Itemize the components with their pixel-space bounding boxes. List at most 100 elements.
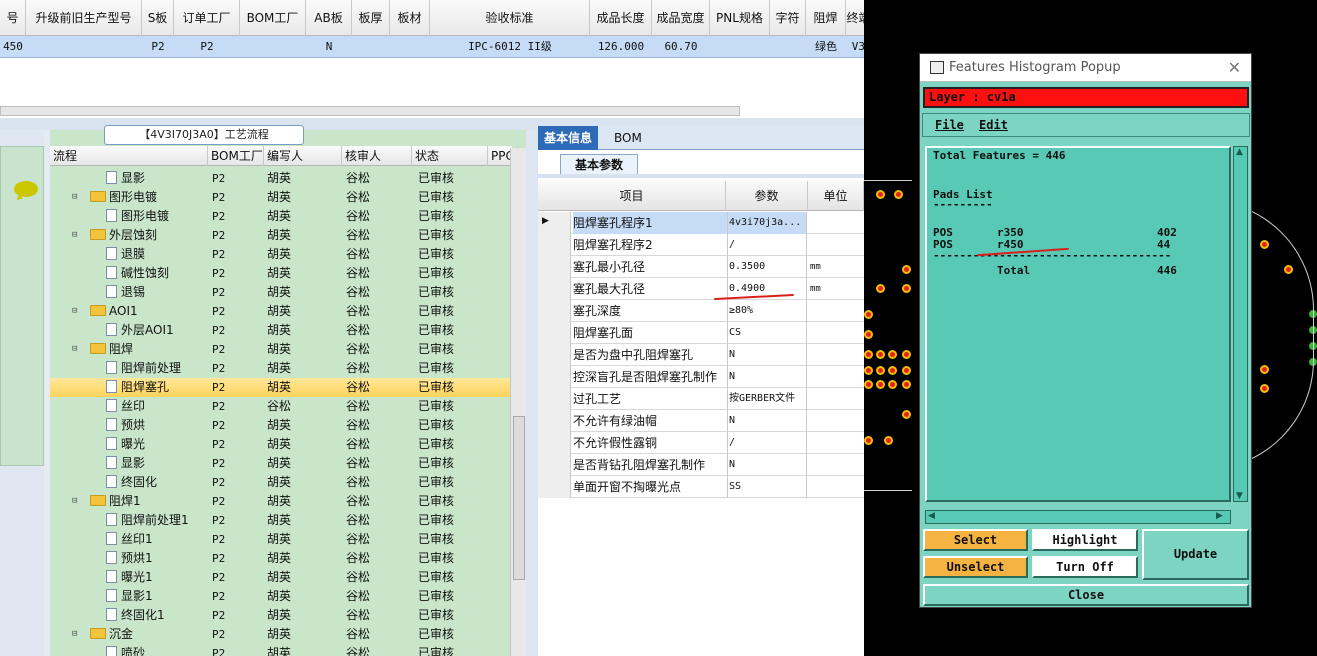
horizontal-scrollbar[interactable] <box>0 106 740 116</box>
order-cell[interactable]: 126.000 <box>590 36 652 58</box>
tab-bom[interactable]: BOM <box>608 126 648 150</box>
row-indicator[interactable] <box>538 410 571 432</box>
popup-horizontal-scrollbar[interactable]: ◀ ▶ <box>925 510 1231 524</box>
tree-row[interactable]: ⊟ 沉金 P2 胡英 谷松 已审核 <box>50 625 512 644</box>
tree-row[interactable]: 图形电镀 P2 胡英 谷松 已审核 <box>50 207 512 226</box>
params-col-header[interactable]: 单位 <box>808 181 864 211</box>
order-cell[interactable]: N <box>306 36 352 58</box>
popup-vertical-scrollbar[interactable]: ▲ ▼ <box>1233 146 1248 502</box>
tree-row[interactable]: ⊟ 外层蚀刻 P2 胡英 谷松 已审核 <box>50 226 512 245</box>
params-row[interactable]: 塞孔最小孔径 0.3500 mm <box>538 256 864 278</box>
tree-scroll-thumb[interactable] <box>513 416 525 580</box>
menu-file[interactable]: File <box>935 114 964 136</box>
tree-row[interactable]: 预烘 P2 胡英 谷松 已审核 <box>50 416 512 435</box>
tree-col-header[interactable]: 核审人 <box>342 146 412 166</box>
param-value[interactable]: N <box>727 344 807 366</box>
splitter-right[interactable] <box>526 130 538 656</box>
order-col-header[interactable]: 板厚 <box>352 0 390 36</box>
collapse-icon[interactable]: ⊟ <box>72 188 77 207</box>
params-row[interactable]: 是否背钻孔阻焊塞孔制作 N <box>538 454 864 476</box>
tree-row[interactable]: ⊟ AOI1 P2 胡英 谷松 已审核 <box>50 302 512 321</box>
param-value[interactable]: 按GERBER文件 <box>727 388 807 410</box>
order-col-header[interactable]: 终端客 <box>846 0 864 36</box>
scroll-up-icon[interactable]: ▲ <box>1236 147 1243 157</box>
order-cell[interactable]: P2 <box>142 36 174 58</box>
order-col-header[interactable]: PNL规格 <box>710 0 770 36</box>
menu-edit[interactable]: Edit <box>979 114 1008 136</box>
order-cell[interactable] <box>352 36 390 58</box>
param-value[interactable]: / <box>727 234 807 256</box>
tree-row[interactable]: 显影 P2 胡英 谷松 已审核 <box>50 454 512 473</box>
row-indicator[interactable] <box>538 454 571 476</box>
tree-row[interactable]: 丝印1 P2 胡英 谷松 已审核 <box>50 530 512 549</box>
scroll-right-icon[interactable]: ▶ <box>1216 511 1223 521</box>
order-col-header[interactable]: 字符 <box>770 0 806 36</box>
order-col-header[interactable]: 升级前旧生产型号 <box>26 0 142 36</box>
order-grid-row[interactable]: 450 P2P2 N IPC-6012 II级126.00060.70 绿色V3I7 <box>0 36 864 58</box>
order-col-header[interactable]: 阻焊 <box>806 0 846 36</box>
param-value[interactable]: N <box>727 410 807 432</box>
row-indicator[interactable] <box>538 322 571 344</box>
tree-row[interactable]: ⊟ 图形电镀 P2 胡英 谷松 已审核 <box>50 188 512 207</box>
chat-bubble-icon[interactable] <box>14 181 38 197</box>
collapse-icon[interactable]: ⊟ <box>72 302 77 321</box>
turn-off-button[interactable]: Turn Off <box>1032 556 1138 578</box>
collapse-icon[interactable]: ⊟ <box>72 625 77 644</box>
highlight-button[interactable]: Highlight <box>1032 529 1138 551</box>
tab-basic-info[interactable]: 基本信息 <box>538 126 599 150</box>
collapse-icon[interactable]: ⊟ <box>72 226 77 245</box>
tree-vertical-scrollbar[interactable] <box>510 148 526 656</box>
param-value[interactable]: 0.3500 <box>727 256 807 278</box>
tree-row[interactable]: 阻焊前处理 P2 胡英 谷松 已审核 <box>50 359 512 378</box>
param-value[interactable]: CS <box>727 322 807 344</box>
row-indicator[interactable] <box>538 256 571 278</box>
order-col-header[interactable]: 板材 <box>390 0 430 36</box>
order-cell[interactable]: V3I7 <box>846 36 864 58</box>
tree-row[interactable]: 终固化 P2 胡英 谷松 已审核 <box>50 473 512 492</box>
close-icon[interactable]: ✕ <box>1228 54 1241 82</box>
order-cell[interactable]: 60.70 <box>652 36 710 58</box>
order-cell[interactable] <box>770 36 806 58</box>
tree-row[interactable]: ⊟ 阻焊1 P2 胡英 谷松 已审核 <box>50 492 512 511</box>
tree-row[interactable]: 显影1 P2 胡英 谷松 已审核 <box>50 587 512 606</box>
order-cell[interactable] <box>240 36 306 58</box>
update-button[interactable]: Update <box>1142 529 1249 580</box>
params-row[interactable]: 阻焊塞孔程序2 / <box>538 234 864 256</box>
order-cell[interactable]: 450 <box>0 36 26 58</box>
param-value[interactable]: SS <box>727 476 807 498</box>
row-indicator[interactable] <box>538 344 571 366</box>
params-row[interactable]: 塞孔最大孔径 0.4900 mm <box>538 278 864 300</box>
collapse-icon[interactable]: ⊟ <box>72 492 77 511</box>
row-indicator[interactable] <box>538 300 571 322</box>
row-indicator[interactable] <box>538 476 571 498</box>
tree-col-header[interactable]: 流程 <box>50 146 208 166</box>
order-col-header[interactable]: 成品长度 <box>590 0 652 36</box>
order-col-header[interactable]: BOM工厂 <box>240 0 306 36</box>
tree-row[interactable]: 碱性蚀刻 P2 胡英 谷松 已审核 <box>50 264 512 283</box>
params-col-header[interactable]: 参数 <box>726 181 808 211</box>
tree-row[interactable]: 终固化1 P2 胡英 谷松 已审核 <box>50 606 512 625</box>
tree-row[interactable]: 阻焊前处理1 P2 胡英 谷松 已审核 <box>50 511 512 530</box>
unselect-button[interactable]: Unselect <box>923 556 1028 578</box>
params-row[interactable]: 过孔工艺 按GERBER文件 <box>538 388 864 410</box>
param-value[interactable]: N <box>727 454 807 476</box>
tree-row[interactable]: 喷砂 P2 胡英 谷松 已审核 <box>50 644 512 656</box>
tree-row[interactable]: 退锡 P2 胡英 谷松 已审核 <box>50 283 512 302</box>
param-value[interactable]: 4v3i70j3a... <box>727 212 807 234</box>
tree-row[interactable]: 预烘1 P2 胡英 谷松 已审核 <box>50 549 512 568</box>
tree-row[interactable]: 显影 P2 胡英 谷松 已审核 <box>50 169 512 188</box>
params-row[interactable]: 控深盲孔是否阻焊塞孔制作 N <box>538 366 864 388</box>
order-col-header[interactable]: 订单工厂 <box>174 0 240 36</box>
params-row[interactable]: 不允许假性露铜 / <box>538 432 864 454</box>
row-indicator[interactable] <box>538 234 571 256</box>
scroll-down-icon[interactable]: ▼ <box>1236 491 1243 501</box>
order-col-header[interactable]: 验收标准 <box>430 0 590 36</box>
tree-col-header[interactable]: 编写人 <box>264 146 342 166</box>
tree-row[interactable]: ⊟ 阻焊 P2 胡英 谷松 已审核 <box>50 340 512 359</box>
param-value[interactable]: / <box>727 432 807 454</box>
tree-col-header[interactable]: BOM工厂 <box>208 146 264 166</box>
row-indicator[interactable] <box>538 278 571 300</box>
close-button[interactable]: Close <box>923 584 1249 606</box>
params-row[interactable]: 阻焊塞孔面 CS <box>538 322 864 344</box>
param-value[interactable]: ≥80% <box>727 300 807 322</box>
